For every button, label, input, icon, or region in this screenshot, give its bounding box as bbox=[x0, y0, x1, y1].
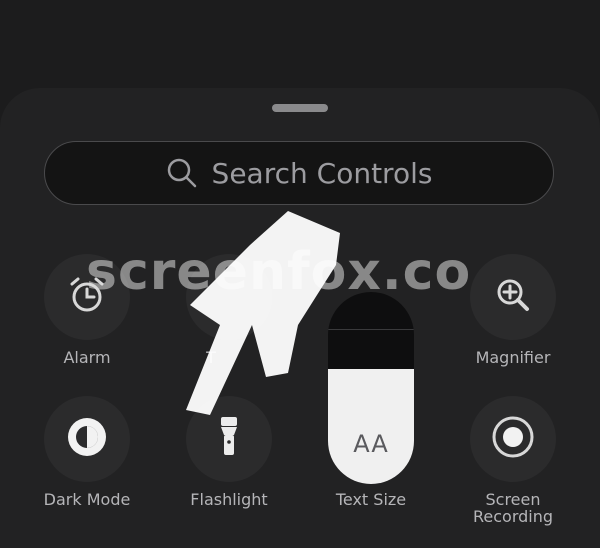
search-controls-field[interactable]: Search Controls bbox=[44, 141, 554, 205]
flashlight-button[interactable] bbox=[186, 396, 272, 482]
magnifier-label: Magnifier bbox=[475, 348, 551, 367]
timer-button[interactable] bbox=[186, 254, 272, 340]
timer-label: T bbox=[206, 348, 216, 367]
screen-recording-button[interactable] bbox=[470, 396, 556, 482]
flashlight-label: Flashlight bbox=[190, 490, 268, 509]
alarm-clock-icon bbox=[67, 275, 107, 319]
dark-mode-label: Dark Mode bbox=[43, 490, 131, 509]
text-size-label: Text Size bbox=[335, 490, 407, 509]
magnifier-button[interactable] bbox=[470, 254, 556, 340]
text-size-aa-icon: AA bbox=[353, 430, 389, 458]
alarm-label: Alarm bbox=[63, 348, 111, 367]
magnifier-icon bbox=[493, 275, 533, 319]
text-size-slider[interactable]: AA bbox=[328, 292, 414, 484]
alarm-button[interactable] bbox=[44, 254, 130, 340]
dark-mode-button[interactable] bbox=[44, 396, 130, 482]
text-size-step-divider bbox=[328, 329, 414, 330]
flashlight-icon bbox=[214, 415, 244, 463]
screen-recording-label: Screen Recording bbox=[448, 491, 578, 525]
screen-recording-label-line2: Recording bbox=[472, 507, 554, 526]
search-placeholder: Search Controls bbox=[211, 156, 433, 190]
search-icon bbox=[166, 157, 198, 189]
record-icon bbox=[491, 415, 535, 463]
screen-recording-label-line1: Screen bbox=[485, 490, 541, 509]
dark-mode-icon bbox=[65, 415, 109, 463]
sheet-grabber[interactable] bbox=[272, 104, 328, 112]
text-size-level-fill bbox=[328, 369, 414, 484]
